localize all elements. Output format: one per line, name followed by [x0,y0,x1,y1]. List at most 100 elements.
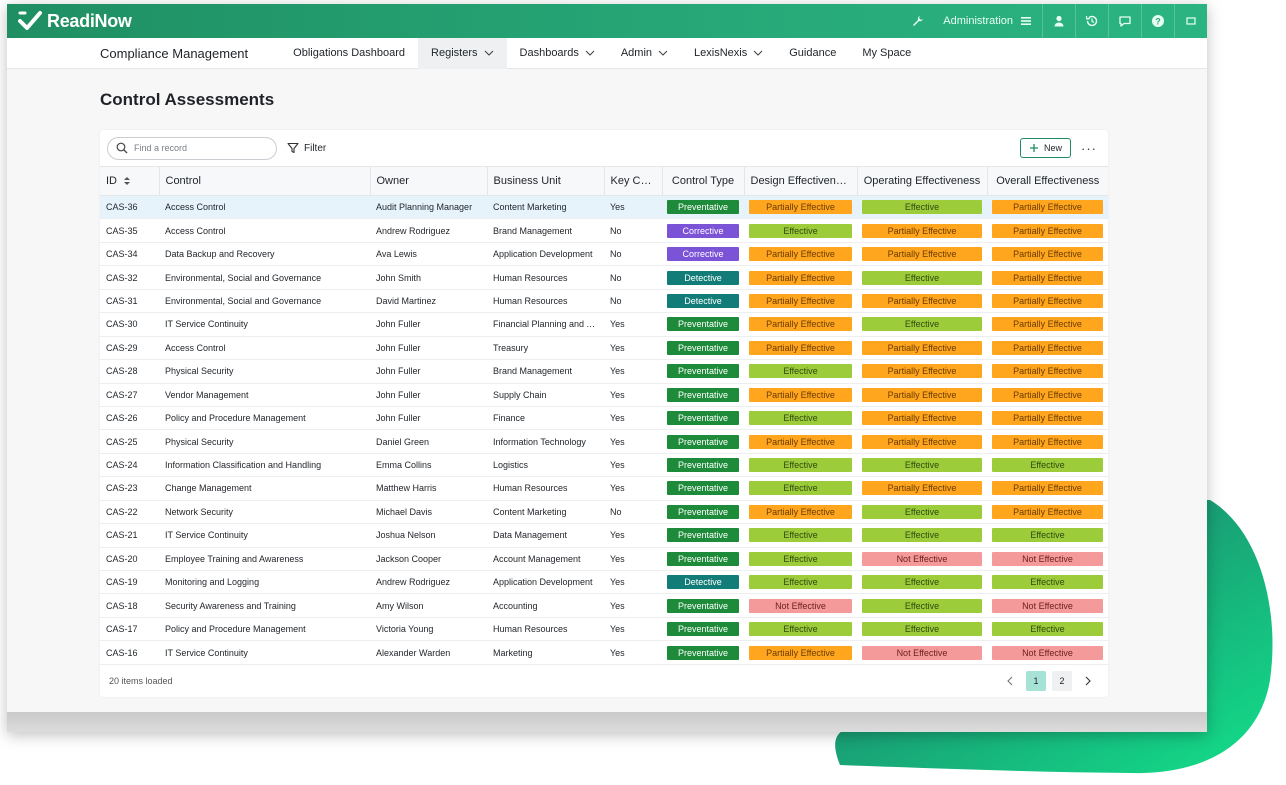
control-type-cell: Preventative [662,195,744,220]
app-title[interactable]: Compliance Management [100,46,248,61]
design-effectiveness-cell: Effective [744,523,857,548]
table-row[interactable]: CAS-23 Change Management Matthew Harris Hum… [100,476,1108,501]
table-row[interactable]: CAS-25 Physical Security Daniel Green Infor… [100,429,1108,454]
column-header-owner[interactable]: Owner [370,166,488,196]
nav-my-space[interactable]: My Space [849,38,924,69]
column-header-design-effectiveness[interactable]: Design Effectiveness [744,166,858,196]
chat-button[interactable] [1109,4,1141,38]
business-unit-cell: Information Technology [487,429,604,454]
effectiveness-badge: Effective [862,270,982,285]
nav-admin[interactable]: Admin [608,38,681,69]
table-row[interactable]: CAS-17 Policy and Procedure Management Vic… [100,617,1108,642]
page-1-button[interactable]: 1 [1026,671,1046,691]
table-row[interactable]: CAS-24 Information Classification and Han… [100,453,1108,478]
page-2-button[interactable]: 2 [1052,671,1072,691]
control-cell: IT Service Continuity [159,640,370,665]
table-row[interactable]: CAS-16 IT Service Continuity Alexander War… [100,640,1108,665]
column-header-control-type[interactable]: Control Type [662,166,745,196]
prev-page-button[interactable] [1000,671,1020,691]
effectiveness-badge: Not Effective [862,551,982,566]
business-unit-cell: Account Management [487,547,604,572]
control-type-cell: Detective [662,265,744,290]
help-button[interactable]: ? [1142,4,1174,38]
owner-cell: Emma Collins [370,453,487,478]
owner-cell: Matthew Harris [370,476,487,501]
next-page-button[interactable] [1078,671,1098,691]
business-unit-cell: Financial Planning and A... [487,312,604,337]
table-row[interactable]: CAS-31 Environmental, Social and Governan… [100,289,1108,314]
new-button[interactable]: New [1019,138,1071,158]
table-row[interactable]: CAS-19 Monitoring and Logging Andrew Rodri… [100,570,1108,595]
column-header-operating-effectiveness[interactable]: Operating Effectiveness [857,166,988,196]
table-row[interactable]: CAS-29 Access Control John Fuller Treasury Y… [100,336,1108,361]
control-type-cell: Preventative [662,617,744,642]
svg-text:?: ? [1155,16,1161,26]
nav-dashboards[interactable]: Dashboards [507,38,608,69]
user-button[interactable] [1043,4,1075,38]
help-icon: ? [1152,15,1164,27]
overall-effectiveness-cell: Not Effective [987,593,1108,618]
table-row[interactable]: CAS-34 Data Backup and Recovery Ava Lewis A… [100,242,1108,267]
brand-logo[interactable]: ReadiNow [17,10,132,32]
table-row[interactable]: CAS-28 Physical Security John Fuller Brand … [100,359,1108,384]
nav-obligations-dashboard[interactable]: Obligations Dashboard [280,38,418,69]
more-options-button[interactable]: ··· [1077,141,1101,156]
effectiveness-badge: Effective [749,481,852,496]
owner-cell: John Fuller [370,383,487,407]
search-box[interactable] [107,136,277,160]
effectiveness-badge: Partially Effective [749,317,852,332]
business-unit-cell: Brand Management [487,359,604,384]
key-control-cell: Yes [604,406,662,431]
id-cell: CAS-22 [100,500,159,525]
effectiveness-badge: Effective [862,458,982,473]
control-cell: Physical Security [159,359,370,384]
table-header-row: ID Control Owner Business Unit Key Con..… [100,166,1108,196]
overall-effectiveness-cell: Partially Effective [987,500,1108,525]
control-type-badge: Detective [667,293,739,308]
control-type-cell: Preventative [662,359,744,384]
table-row[interactable]: CAS-30 IT Service Continuity John Fuller Fi… [100,312,1108,337]
nav-guidance[interactable]: Guidance [776,38,849,69]
fullscreen-button[interactable] [1175,4,1207,38]
search-input[interactable] [134,143,264,153]
column-header-control[interactable]: Control [159,166,371,196]
operating-effectiveness-cell: Effective [857,617,987,642]
history-button[interactable] [1076,4,1108,38]
design-effectiveness-cell: Partially Effective [744,336,857,361]
table-row[interactable]: CAS-27 Vendor Management John Fuller Supply… [100,383,1108,407]
table-row[interactable]: CAS-35 Access Control Andrew Rodriguez Bran… [100,218,1108,243]
column-header-key-control[interactable]: Key Con... [604,166,663,196]
administration-button[interactable]: Administration [934,4,1042,38]
effectiveness-badge: Partially Effective [862,247,982,262]
control-cell: Vendor Management [159,383,370,407]
nav-registers[interactable]: Registers [418,37,507,69]
effectiveness-badge: Partially Effective [862,481,982,496]
effectiveness-badge: Partially Effective [992,387,1103,402]
table-row[interactable]: CAS-21 IT Service Continuity Joshua Nelson… [100,523,1108,548]
control-type-cell: Preventative [662,476,744,501]
business-unit-cell: Human Resources [487,617,604,642]
table-row[interactable]: CAS-20 Employee Training and Awareness Jac… [100,547,1108,572]
nav-lexisnexis[interactable]: LexisNexis [681,38,776,69]
column-header-overall-effectiveness[interactable]: Overall Effectiveness [987,166,1108,196]
table-row[interactable]: CAS-36 Access Control Audit Planning Manag… [100,195,1108,220]
owner-cell: Alexander Warden [370,640,487,665]
control-type-badge: Preventative [667,645,739,660]
control-type-cell: Detective [662,289,744,314]
column-header-business-unit[interactable]: Business Unit [487,166,605,196]
operating-effectiveness-cell: Not Effective [857,547,987,572]
filter-button[interactable]: Filter [287,142,326,154]
effectiveness-badge: Effective [862,504,982,519]
tools-button[interactable] [902,4,934,38]
operating-effectiveness-cell: Not Effective [857,640,987,665]
control-cell: Change Management [159,476,370,501]
business-unit-cell: Application Development [487,570,604,595]
overall-effectiveness-cell: Effective [987,570,1108,595]
column-header-id[interactable]: ID [100,166,160,196]
effectiveness-badge: Partially Effective [862,364,982,379]
owner-cell: John Fuller [370,312,487,337]
table-row[interactable]: CAS-32 Environmental, Social and Governan… [100,265,1108,290]
table-row[interactable]: CAS-22 Network Security Michael Davis Conte… [100,500,1108,525]
table-row[interactable]: CAS-26 Policy and Procedure Management Joh… [100,406,1108,431]
table-row[interactable]: CAS-18 Security Awareness and Training Amy… [100,593,1108,618]
